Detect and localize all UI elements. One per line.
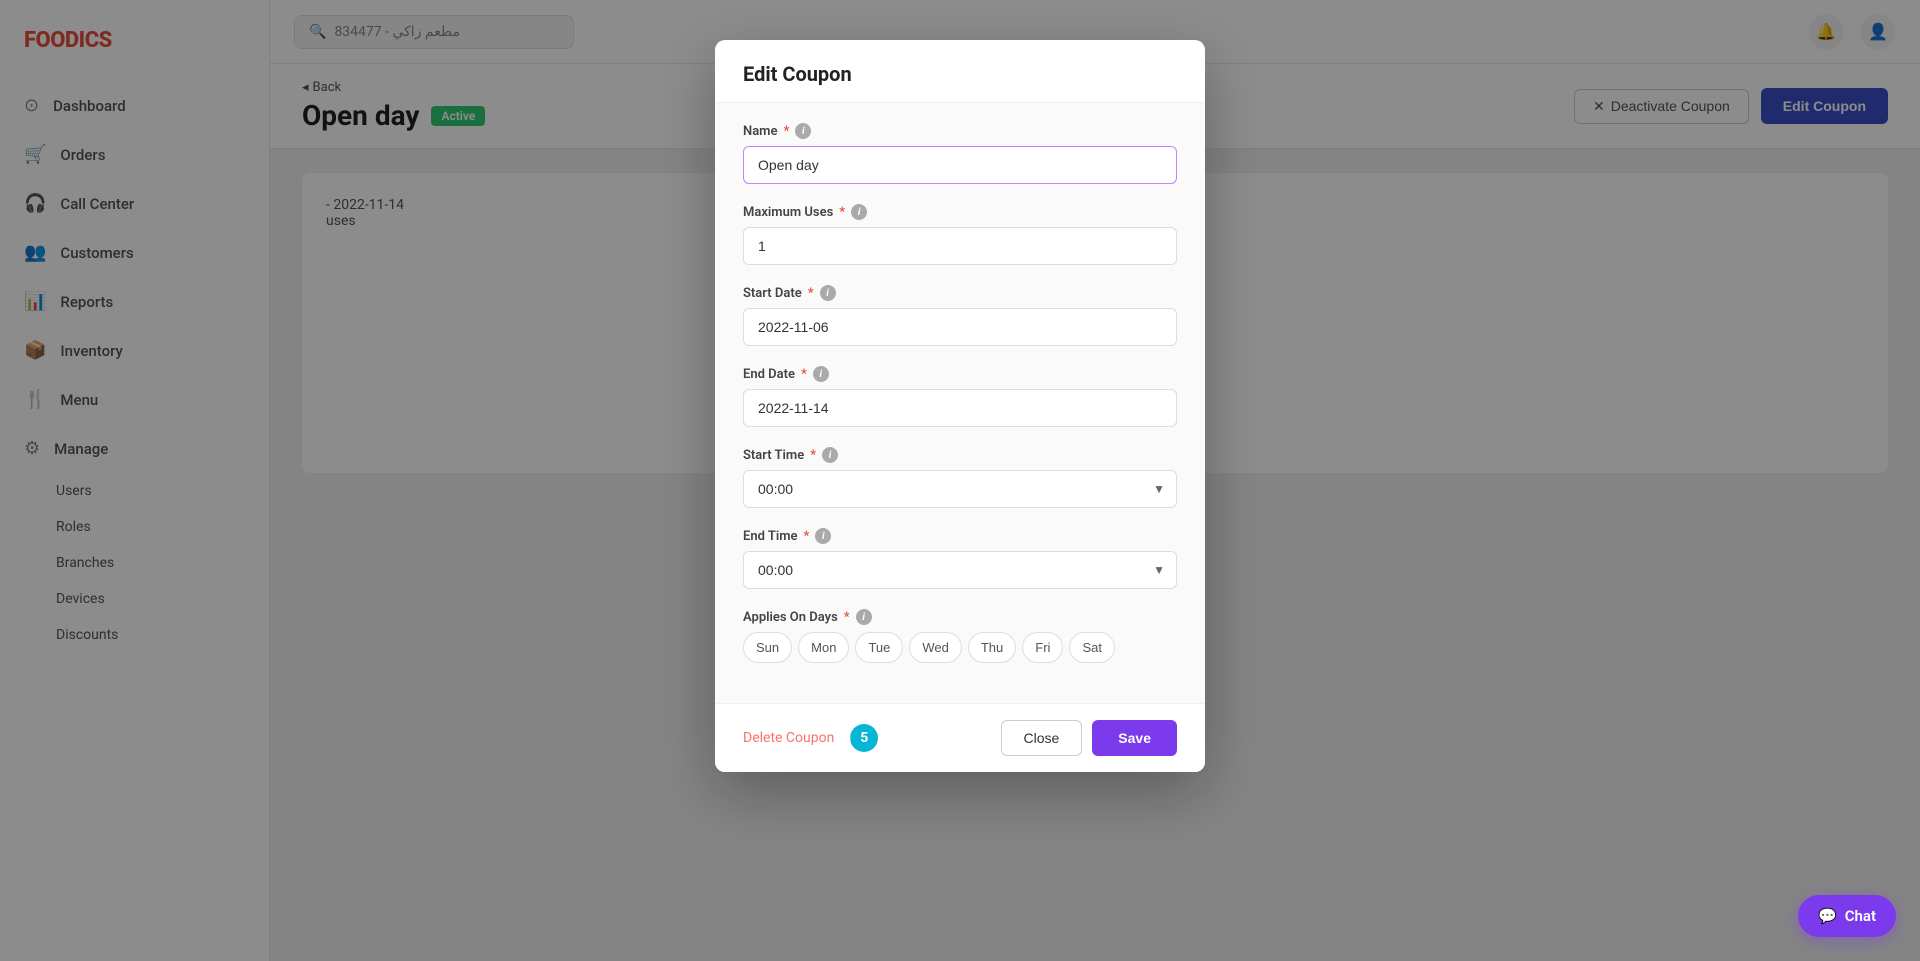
end-date-required: *	[801, 367, 807, 382]
modal-footer: Delete Coupon 5 Close Save	[715, 703, 1205, 772]
start-time-select-wrapper: 00:00 01:00 02:00 ▼	[743, 470, 1177, 508]
start-date-input[interactable]	[743, 308, 1177, 346]
max-uses-input[interactable]	[743, 227, 1177, 265]
name-label: Name * i	[743, 123, 1177, 139]
end-date-label: End Date * i	[743, 366, 1177, 382]
chat-label: Chat	[1845, 907, 1876, 925]
delete-area: Delete Coupon 5	[743, 724, 878, 752]
start-time-info-icon: i	[822, 447, 838, 463]
day-wed-button[interactable]: Wed	[909, 632, 962, 663]
edit-coupon-modal: Edit Coupon Name * i Maximum Uses * i	[715, 40, 1205, 772]
start-time-field-group: Start Time * i 00:00 01:00 02:00 ▼	[743, 447, 1177, 508]
day-tue-button[interactable]: Tue	[855, 632, 903, 663]
name-info-icon: i	[795, 123, 811, 139]
applies-on-days-info-icon: i	[856, 609, 872, 625]
applies-on-days-required: *	[844, 610, 850, 625]
days-row: Sun Mon Tue Wed Thu Fri Sat	[743, 632, 1177, 663]
day-thu-button[interactable]: Thu	[968, 632, 1016, 663]
start-date-info-icon: i	[820, 285, 836, 301]
modal-action-buttons: Close Save	[1001, 720, 1178, 756]
start-date-field-group: Start Date * i	[743, 285, 1177, 346]
applies-on-days-group: Applies On Days * i Sun Mon Tue Wed Thu …	[743, 609, 1177, 663]
chat-icon: 💬	[1818, 907, 1837, 925]
max-uses-label: Maximum Uses * i	[743, 204, 1177, 220]
modal-title: Edit Coupon	[743, 62, 1177, 86]
applies-on-days-label: Applies On Days * i	[743, 609, 1177, 625]
end-time-label: End Time * i	[743, 528, 1177, 544]
end-time-required: *	[803, 529, 809, 544]
day-sun-button[interactable]: Sun	[743, 632, 792, 663]
name-field-group: Name * i	[743, 123, 1177, 184]
delete-coupon-link[interactable]: Delete Coupon	[743, 730, 834, 746]
modal-header: Edit Coupon	[715, 40, 1205, 103]
start-time-required: *	[810, 448, 816, 463]
badge-number: 5	[850, 724, 878, 752]
end-time-field-group: End Time * i 00:00 01:00 02:00 ▼	[743, 528, 1177, 589]
end-time-select[interactable]: 00:00 01:00 02:00	[743, 551, 1177, 589]
modal-body: Name * i Maximum Uses * i Start Date	[715, 103, 1205, 703]
start-time-label: Start Time * i	[743, 447, 1177, 463]
chat-bubble[interactable]: 💬 Chat	[1798, 895, 1896, 937]
name-required: *	[783, 124, 789, 139]
modal-overlay[interactable]: Edit Coupon Name * i Maximum Uses * i	[0, 0, 1920, 961]
max-uses-required: *	[839, 205, 845, 220]
day-mon-button[interactable]: Mon	[798, 632, 849, 663]
day-fri-button[interactable]: Fri	[1022, 632, 1063, 663]
end-date-field-group: End Date * i	[743, 366, 1177, 427]
close-button[interactable]: Close	[1001, 720, 1083, 756]
end-date-info-icon: i	[813, 366, 829, 382]
end-time-select-wrapper: 00:00 01:00 02:00 ▼	[743, 551, 1177, 589]
max-uses-field-group: Maximum Uses * i	[743, 204, 1177, 265]
save-button[interactable]: Save	[1092, 720, 1177, 756]
start-time-select[interactable]: 00:00 01:00 02:00	[743, 470, 1177, 508]
start-date-label: Start Date * i	[743, 285, 1177, 301]
end-time-info-icon: i	[815, 528, 831, 544]
max-uses-info-icon: i	[851, 204, 867, 220]
end-date-input[interactable]	[743, 389, 1177, 427]
day-sat-button[interactable]: Sat	[1069, 632, 1115, 663]
name-input[interactable]	[743, 146, 1177, 184]
start-date-required: *	[808, 286, 814, 301]
